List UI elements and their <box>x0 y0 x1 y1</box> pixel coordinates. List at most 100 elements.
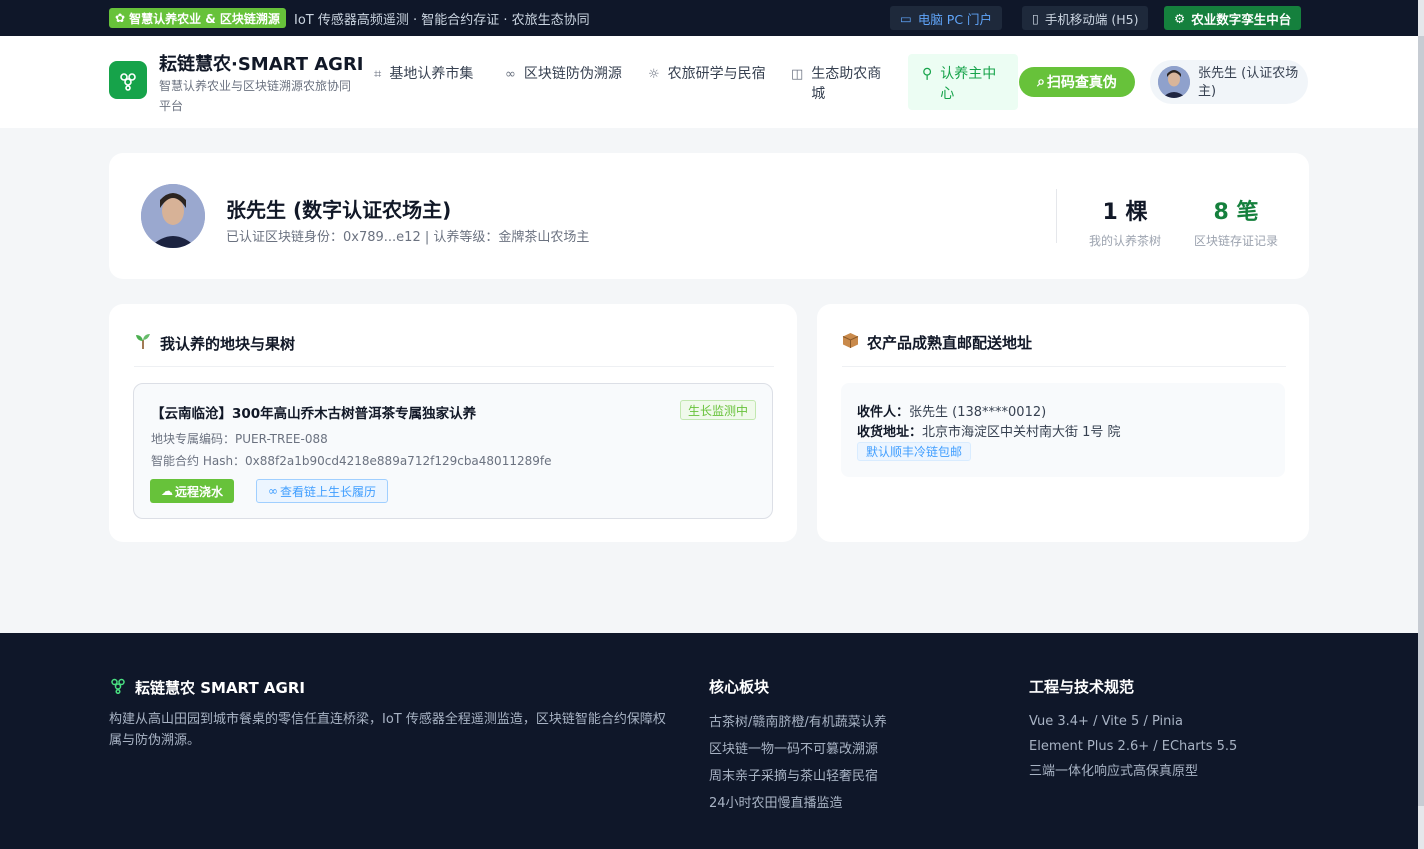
nav-label: 区块链防伪溯源 <box>523 66 622 82</box>
footer: 耘链慧农 SMART AGRI 构建从高山田园到城市餐桌的零信任直连桥梁，IoT… <box>0 633 1418 849</box>
remote-water-button[interactable]: ☁ 远程浇水 <box>150 479 234 503</box>
adopted-tree-card: 【云南临沧】300年高山乔木古树普洱茶专属独家认养 生长监测中 地块专属编码：P… <box>133 383 773 519</box>
section-divider <box>134 366 774 367</box>
section-title-text: 我认养的地块与果树 <box>160 334 296 353</box>
section-title-text: 农产品成熟直邮配送地址 <box>867 334 1033 352</box>
profile-name: 张先生 (数字认证农场主) <box>226 198 452 222</box>
view-chain-history-label: 查看链上生长履历 <box>279 484 376 499</box>
leaf-icon: ✿ <box>115 11 126 25</box>
scrollbar-thumb[interactable] <box>1418 36 1424 806</box>
plot-code: 地块专属编码：PUER-TREE-088 <box>151 432 328 446</box>
nav-blockchain-trace[interactable]: ∞ 区块链防伪溯源 <box>505 64 625 85</box>
receiver-label: 收件人： <box>857 405 910 420</box>
link-icon: ∞ <box>267 484 278 498</box>
nav-label: 生态助农商城 <box>811 66 882 102</box>
sunrise-icon: ☼ <box>648 67 660 82</box>
monitor-icon: ▭ <box>900 10 912 26</box>
page-scrollbar[interactable] <box>1418 0 1424 849</box>
stat-chain-records[interactable]: 8 笔 区块链存证记录 <box>1191 194 1281 249</box>
link-icon: ∞ <box>505 67 516 82</box>
avatar[interactable] <box>1158 66 1190 98</box>
address-value: 北京市海淀区中关村南大街 1号 院 <box>922 425 1121 440</box>
gear-icon: ⚙ <box>1174 10 1186 26</box>
nav-adoption-market[interactable]: ⌗ 基地认养市集 <box>374 64 484 85</box>
search-icon: ⌕ <box>1037 74 1045 90</box>
profile-avatar <box>141 184 205 248</box>
main-header: 耘链慧农·SMART AGRI 智慧认养农业与区块链溯源农旅协同平台 ⌗ 基地认… <box>0 36 1418 128</box>
address-card[interactable]: 收件人：张先生 (138****0012) 收货地址：北京市海淀区中关村南大街 … <box>841 383 1285 477</box>
mobile-h5-link[interactable]: ▯ 手机移动端 (H5) <box>1022 6 1149 30</box>
cloud-icon: ☁ <box>160 484 173 498</box>
delivery-section-title: 农产品成熟直邮配送地址 <box>842 332 1032 353</box>
footer-link[interactable]: 古茶树/赣南脐橙/有机蔬菜认养 <box>709 709 887 736</box>
platform-badge: ✿ 智慧认养农业 & 区块链溯源 <box>109 8 286 28</box>
stat-value: 8 笔 <box>1213 200 1259 225</box>
footer-col-title: 核心板块 <box>709 678 770 696</box>
scan-verify-label: 扫码查真伪 <box>1046 75 1117 91</box>
stat-label: 区块链存证记录 <box>1193 234 1278 248</box>
user-menu[interactable]: 张先生 (认证农场主) <box>1150 60 1308 104</box>
adoption-section: 我认养的地块与果树 【云南临沧】300年高山乔木古树普洱茶专属独家认养 生长监测… <box>109 304 797 542</box>
grape-logo-icon[interactable] <box>109 61 147 99</box>
section-divider <box>842 366 1286 367</box>
stat-label: 我的认养茶树 <box>1088 234 1161 248</box>
footer-link: Vue 3.4+ / Vite 5 / Pinia <box>1029 714 1183 729</box>
address-label: 收货地址： <box>857 425 923 440</box>
footer-tech-specs: 工程与技术规范 Vue 3.4+ / Vite 5 / Pinia Elemen… <box>1029 676 1237 784</box>
contract-hash: 智能合约 Hash：0x88f2a1b90cd4218e889a712f129c… <box>151 454 552 468</box>
brand-subtitle: 智慧认养农业与区块链溯源农旅协同平台 <box>159 79 352 113</box>
status-badge: 生长监测中 <box>680 400 757 420</box>
brand-title[interactable]: 耘链慧农·SMART AGRI <box>159 50 364 76</box>
footer-link[interactable]: 24小时农田慢直播监造 <box>709 790 887 817</box>
footer-link[interactable]: 周末亲子采摘与茶山轻奢民宿 <box>709 763 887 790</box>
avatar-portrait <box>141 184 205 248</box>
footer-link: Element Plus 2.6+ / ECharts 5.5 <box>1029 739 1238 754</box>
tree-title[interactable]: 【云南临沧】300年高山乔木古树普洱茶专属独家认养 <box>151 402 476 422</box>
footer-description: 构建从高山田园到城市餐桌的零信任直连桥梁，IoT 传感器全程遥测监造，区块链智能… <box>109 712 666 748</box>
footer-col-title: 工程与技术规范 <box>1029 678 1135 696</box>
profile-card: 张先生 (数字认证农场主) 已认证区块链身份：0x789...e12 | 认养等… <box>109 153 1309 279</box>
footer-core-sections: 核心板块 古茶树/赣南脐橙/有机蔬菜认养 区块链一物一码不可篡改溯源 周末亲子采… <box>709 676 887 817</box>
platform-badge-label: 智慧认养农业 & 区块链溯源 <box>129 11 280 26</box>
pc-portal-link[interactable]: ▭ 电脑 PC 门户 <box>890 6 1003 30</box>
user-name: 张先生 (认证农场主) <box>1198 66 1299 99</box>
address-row: 收货地址：北京市海淀区中关村南大街 1号 院 <box>857 421 1121 440</box>
nav-label: 农旅研学与民宿 <box>667 66 766 82</box>
top-tagline: IoT 传感器高频遥测 · 智能合约存证 · 农旅生态协同 <box>294 13 590 28</box>
shipping-badge: 默认顺丰冷链包邮 <box>857 442 972 461</box>
receiver-value: 张先生 (138****0012) <box>909 405 1047 420</box>
scan-verify-button[interactable]: ⌕ 扫码查真伪 <box>1019 67 1135 97</box>
adoption-section-title: 我认养的地块与果树 <box>134 332 295 354</box>
user-icon: ⚲ <box>922 66 933 82</box>
crop-icon: ⌗ <box>374 67 382 82</box>
footer-brand-text: 耘链慧农 SMART AGRI <box>135 679 305 697</box>
package-icon <box>842 332 859 353</box>
nav-label: 认养主中心 <box>940 66 997 102</box>
grape-icon <box>120 73 136 91</box>
footer-link[interactable]: 区块链一物一码不可篡改溯源 <box>709 736 887 763</box>
delivery-section: 农产品成熟直邮配送地址 收件人：张先生 (138****0012) 收货地址：北… <box>817 304 1309 542</box>
shopping-bag-icon: ◫ <box>791 67 804 82</box>
pc-portal-label: 电脑 PC 门户 <box>917 11 993 27</box>
view-chain-history-button[interactable]: ∞ 查看链上生长履历 <box>256 479 388 503</box>
phone-icon: ▯ <box>1032 10 1039 26</box>
remote-water-label: 远程浇水 <box>174 484 223 499</box>
nav-adoption-center[interactable]: ⚲ 认养主中心 <box>908 54 1018 110</box>
footer-brand: 耘链慧农 SMART AGRI <box>109 676 305 699</box>
seedling-icon <box>134 332 152 354</box>
nav-label: 基地认养市集 <box>389 66 474 82</box>
footer-link: 三端一体化响应式高保真原型 <box>1029 764 1199 779</box>
nav-agritourism[interactable]: ☼ 农旅研学与民宿 <box>648 64 768 85</box>
profile-divider <box>1056 189 1057 243</box>
stat-adopted-trees[interactable]: 1 棵 我的认养茶树 <box>1081 194 1169 249</box>
top-bar: ✿ 智慧认养农业 & 区块链溯源 IoT 传感器高频遥测 · 智能合约存证 · … <box>0 0 1418 36</box>
mobile-h5-label: 手机移动端 (H5) <box>1044 11 1139 27</box>
avatar-portrait <box>1158 66 1190 98</box>
stat-value: 1 棵 <box>1102 200 1148 225</box>
receiver-row: 收件人：张先生 (138****0012) <box>857 401 1046 420</box>
digital-twin-link[interactable]: ⚙ 农业数字孪生中台 <box>1164 6 1302 30</box>
nav-eco-mall[interactable]: ◫ 生态助农商城 <box>791 64 891 104</box>
profile-meta: 已认证区块链身份：0x789...e12 | 认养等级：金牌茶山农场主 <box>226 230 590 245</box>
digital-twin-label: 农业数字孪生中台 <box>1191 11 1292 27</box>
grape-icon <box>109 676 127 699</box>
